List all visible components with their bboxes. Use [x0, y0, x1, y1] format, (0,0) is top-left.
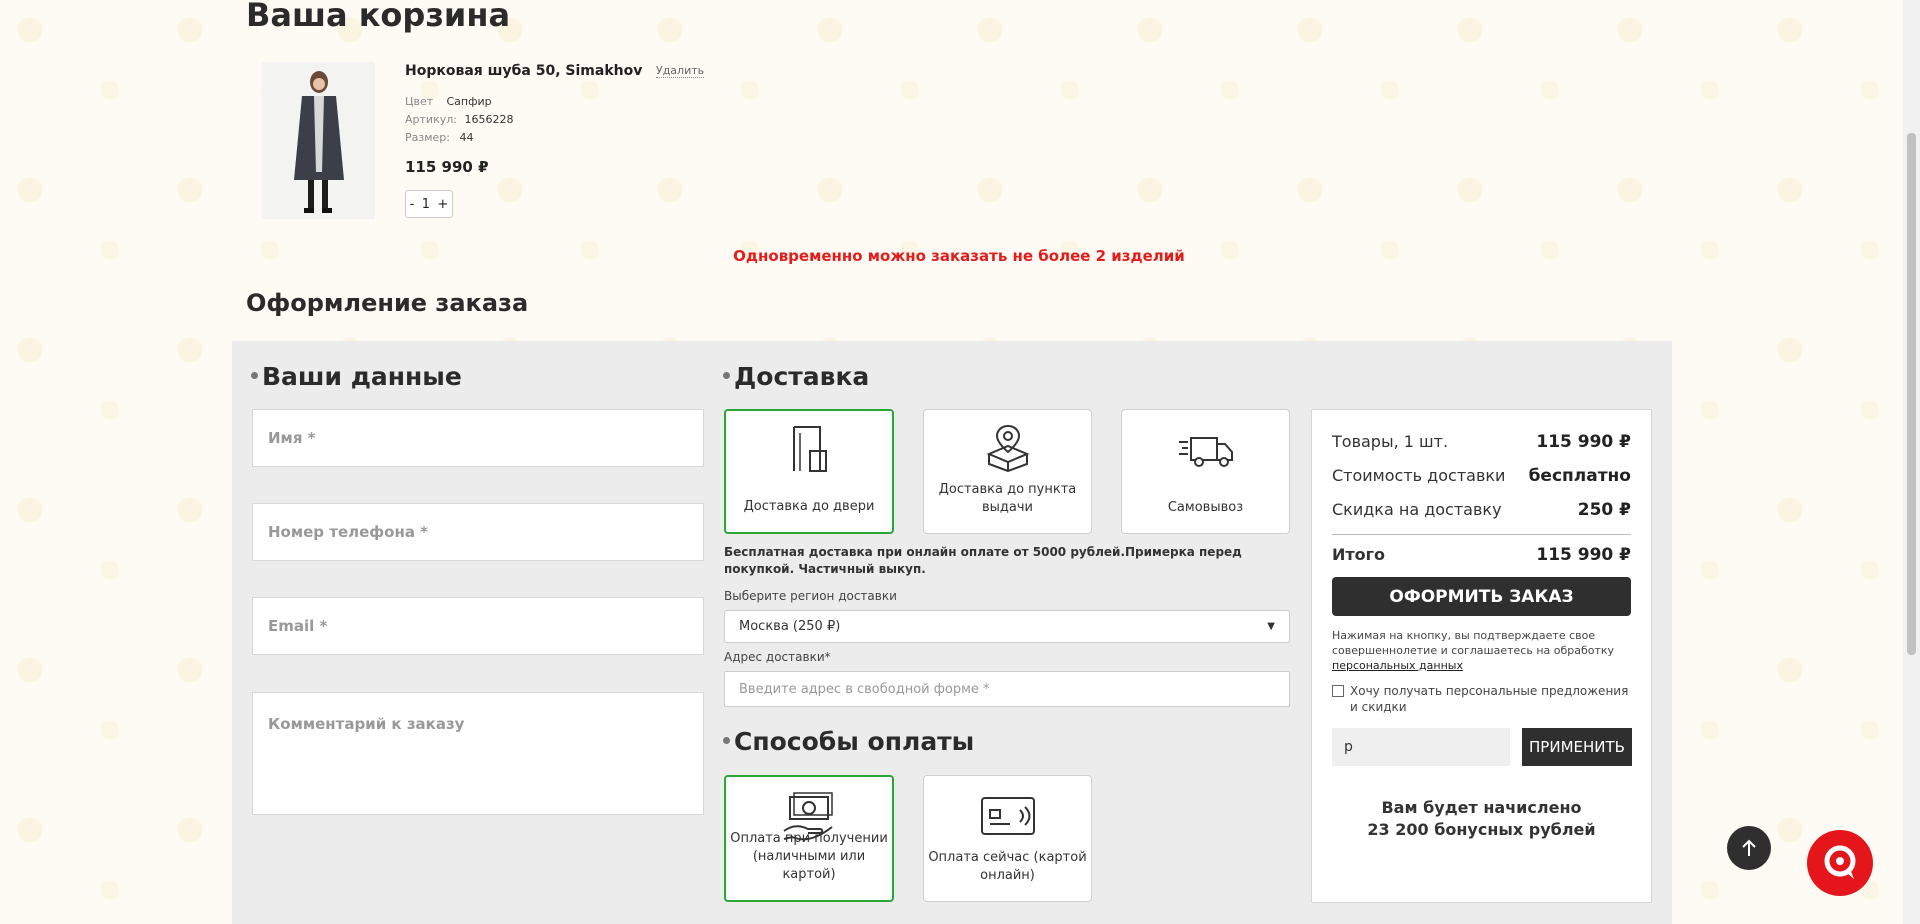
bonus-info: Вам будет начислено 23 200 бонусных рубл…: [1312, 797, 1651, 841]
address-input[interactable]: Введите адрес в свободной форме *: [724, 671, 1290, 707]
summary-goods-row: Товары, 1 шт. 115 990 ₽: [1332, 432, 1631, 452]
region-label: Выберите регион доставки: [724, 589, 897, 603]
legal-text: Нажимая на кнопку, вы подтверждаете свое…: [1332, 629, 1615, 657]
region-select[interactable]: Москва (250 ₽) ▼: [724, 610, 1290, 643]
offers-checkbox-label[interactable]: Хочу получать персональные предложения и…: [1350, 683, 1631, 715]
region-select-value: Москва (250 ₽): [739, 619, 841, 634]
delivery-note: Бесплатная доставка при онлайн оплате от…: [724, 545, 1242, 576]
checkout-title: Оформление заказа: [246, 289, 529, 317]
attr-value: 1656228: [464, 113, 514, 126]
comment-textarea[interactable]: Комментарий к заказу: [252, 692, 704, 815]
summary-discount-label: Скидка на доставку: [1332, 500, 1502, 519]
card-icon: [980, 797, 1035, 835]
truck-icon: [1178, 437, 1233, 467]
summary-goods-value: 115 990 ₽: [1536, 432, 1631, 452]
door-icon: [793, 426, 827, 472]
summary-delivery-row: Стоимость доставки бесплатно: [1332, 466, 1631, 486]
apply-promo-button[interactable]: ПРИМЕНИТЬ: [1522, 728, 1632, 766]
payment-option-on-delivery[interactable]: Оплата при получении (наличными или карт…: [724, 775, 894, 902]
chat-widget-button[interactable]: [1807, 830, 1873, 896]
phone-field[interactable]: Номер телефона *: [252, 503, 704, 561]
summary-goods-label: Товары, 1 шт.: [1332, 432, 1449, 451]
address-label: Адрес доставки*: [724, 650, 831, 664]
summary-discount-value: 250 ₽: [1577, 500, 1631, 520]
summary-delivery-label: Стоимость доставки: [1332, 466, 1506, 485]
pickup-point-icon: [985, 424, 1030, 472]
bonus-line-2: 23 200 бонусных рублей: [1367, 820, 1596, 839]
place-order-button[interactable]: ОФОРМИТЬ ЗАКАЗ: [1332, 577, 1631, 616]
product-price: 115 990 ₽: [405, 158, 489, 176]
delivery-option-label: Доставка до двери: [743, 499, 875, 514]
email-field[interactable]: Email *: [252, 597, 704, 655]
product-attr-sku: Артикул: 1656228: [405, 113, 514, 126]
arrow-up-icon: [1742, 839, 1756, 856]
product-attr-color: Цвет Сапфир: [405, 95, 492, 108]
name-field[interactable]: Имя *: [252, 409, 704, 467]
delivery-section-title: Доставка: [723, 362, 869, 391]
order-limit-message: Одновременно можно заказать не более 2 и…: [733, 247, 1185, 265]
chevron-down-icon: ▼: [1267, 621, 1275, 632]
summary-divider: [1332, 534, 1631, 535]
quantity-stepper: - 1 +: [405, 190, 453, 218]
attr-key: Цвет: [405, 95, 434, 108]
summary-total-label: Итого: [1332, 545, 1386, 564]
product-image[interactable]: [262, 62, 375, 219]
page-scrollbar[interactable]: [1903, 0, 1920, 924]
promo-code-input[interactable]: р: [1332, 728, 1510, 766]
qty-increase-button[interactable]: +: [437, 197, 448, 212]
attr-value: Сапфир: [446, 95, 492, 108]
delivery-option-label: Доставка до пункта выдачи: [938, 482, 1077, 515]
payment-section-title: Способы оплаты: [723, 727, 974, 756]
remove-item-link[interactable]: Удалить: [656, 64, 705, 78]
delivery-option-label: Самовывоз: [1167, 500, 1244, 515]
summary-discount-row: Скидка на доставку 250 ₽: [1332, 500, 1631, 520]
scroll-to-top-button[interactable]: [1727, 826, 1771, 870]
cash-hand-icon: [783, 792, 833, 841]
customer-section-title: Ваши данные: [251, 362, 462, 391]
qty-value[interactable]: 1: [422, 197, 430, 212]
summary-delivery-value: бесплатно: [1528, 466, 1631, 486]
order-summary: Товары, 1 шт. 115 990 ₽ Стоимость достав…: [1311, 409, 1652, 903]
summary-total-row: Итого 115 990 ₽: [1332, 545, 1631, 565]
product-name[interactable]: Норковая шуба 50, Simakhov: [405, 63, 642, 79]
payment-option-label: Оплата сейчас (картой онлайн): [928, 850, 1087, 883]
personal-data-link[interactable]: персональных данных: [1332, 659, 1463, 672]
offers-checkbox[interactable]: [1332, 685, 1344, 697]
delivery-option-pickup-point[interactable]: Доставка до пункта выдачи: [923, 409, 1092, 534]
attr-key: Артикул:: [405, 113, 457, 126]
summary-total-value: 115 990 ₽: [1536, 545, 1631, 565]
scrollbar-thumb[interactable]: [1907, 133, 1916, 655]
chat-icon: [1824, 845, 1856, 879]
payment-option-online[interactable]: Оплата сейчас (картой онлайн): [923, 775, 1092, 902]
bonus-line-1: Вам будет начислено: [1381, 798, 1582, 817]
delivery-option-door[interactable]: Доставка до двери: [724, 409, 894, 534]
offers-checkbox-row: Хочу получать персональные предложения и…: [1332, 683, 1631, 715]
attr-key: Размер:: [405, 131, 450, 144]
attr-value: 44: [459, 131, 474, 144]
product-attr-size: Размер: 44: [405, 131, 474, 144]
legal-notice: Нажимая на кнопку, вы подтверждаете свое…: [1332, 628, 1631, 673]
cart-title: Ваша корзина: [246, 0, 511, 34]
qty-decrease-button[interactable]: -: [410, 197, 415, 212]
delivery-option-self-pickup[interactable]: Самовывоз: [1121, 409, 1290, 534]
